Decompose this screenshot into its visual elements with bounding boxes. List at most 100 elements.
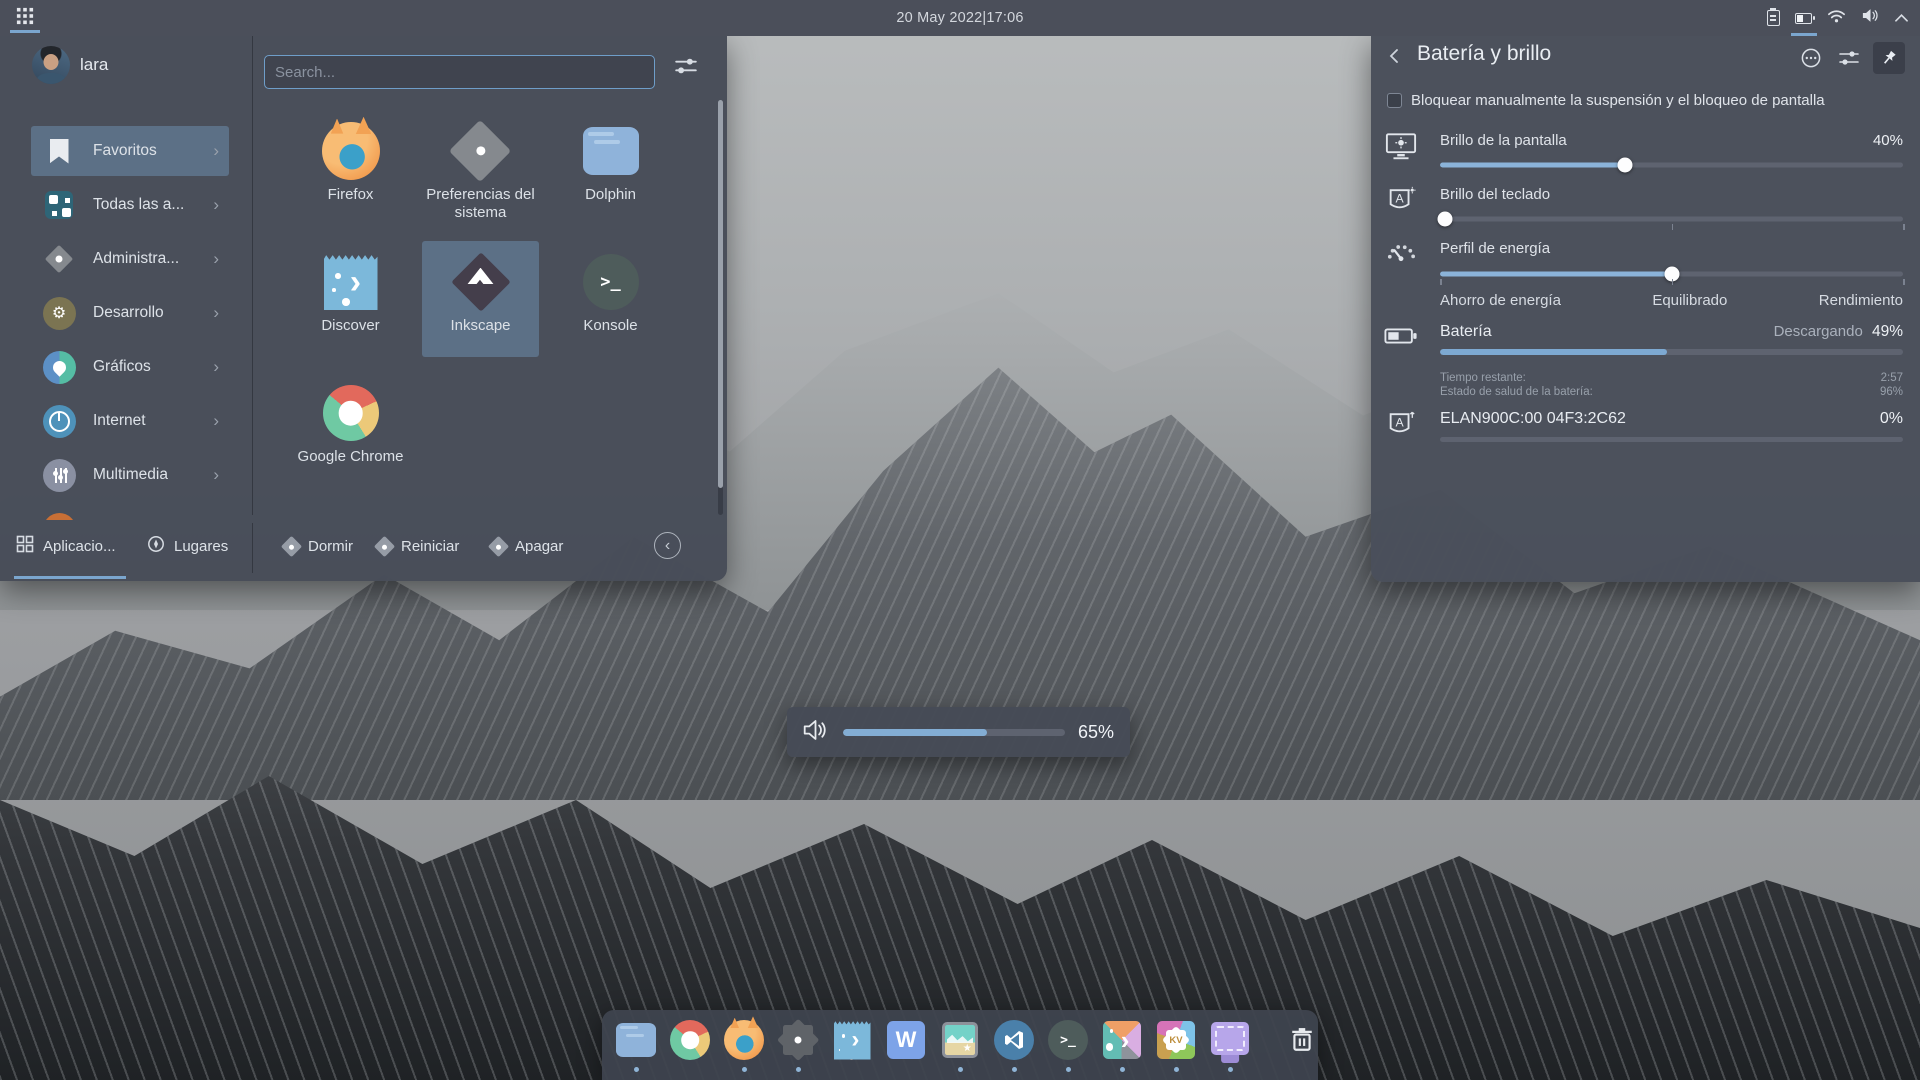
configure-icon[interactable] [674, 56, 700, 76]
sidebar-item-graficos[interactable]: Gráficos [31, 342, 229, 392]
dock-photos[interactable] [938, 1018, 982, 1072]
battery-section-icon [1383, 320, 1419, 352]
active-tab-underline [14, 576, 126, 579]
bookmark-icon [41, 133, 77, 169]
dock-kvantum[interactable]: KV [1154, 1018, 1198, 1072]
app-tile-preferencias-del-sistema[interactable]: Preferencias del sistema [422, 110, 539, 226]
shutdown-button[interactable]: Apagar [491, 515, 563, 577]
slider-handle[interactable] [1437, 212, 1452, 227]
inkscape-icon [450, 251, 512, 313]
dock-discover[interactable]: › [830, 1018, 874, 1072]
keyboard-brightness-label: Brillo del teclado [1440, 186, 1550, 203]
dock-trash[interactable] [1280, 1018, 1324, 1072]
running-indicator [742, 1067, 747, 1072]
dock-google-chrome[interactable] [668, 1018, 712, 1072]
dock-spectacle[interactable] [1208, 1018, 1252, 1072]
top-panel: 20 May 2022|17:06 [0, 0, 1920, 36]
battery-label: Batería [1440, 323, 1492, 341]
application-launcher-button[interactable] [8, 3, 42, 33]
more-options-button[interactable] [1795, 42, 1827, 74]
battery-tray-button[interactable] [1795, 0, 1812, 36]
photos-icon [938, 1018, 982, 1062]
pin-button[interactable] [1873, 42, 1905, 74]
search-input[interactable] [264, 55, 655, 89]
clipboard-icon [1767, 10, 1780, 26]
tab-lugares[interactable]: Lugares [147, 515, 228, 577]
sleep-button[interactable]: Dormir [284, 515, 353, 577]
option-equilibrado[interactable]: Equilibrado [1652, 292, 1727, 309]
dock-vscode[interactable] [992, 1018, 1036, 1072]
dock-app-store-colorful[interactable]: › [1100, 1018, 1144, 1072]
slider-tick [1440, 279, 1442, 285]
dock-system-settings[interactable] [776, 1018, 820, 1072]
digital-clock[interactable]: 20 May 2022|17:06 [896, 10, 1023, 26]
running-indicator [1066, 1067, 1071, 1072]
sidebar-item-multimedia[interactable]: Multimedia [31, 450, 229, 500]
speaker-icon [1861, 7, 1880, 29]
app-tile-inkscape[interactable]: Inkscape [422, 241, 539, 357]
app-tile-discover[interactable]: › Discover [292, 241, 409, 357]
restart-button[interactable]: Reiniciar [377, 515, 459, 577]
running-indicator [958, 1067, 963, 1072]
dock-writer[interactable]: W [884, 1018, 928, 1072]
system-settings-icon [450, 120, 512, 182]
back-button[interactable] [1387, 48, 1407, 68]
sidebar-item-administracion[interactable]: Administra... [31, 234, 229, 284]
keyboard-brightness-icon: A [1383, 184, 1419, 216]
lock-suspend-checkbox[interactable] [1387, 93, 1402, 108]
power-profile-label: Perfil de energía [1440, 240, 1550, 257]
volume-tray-button[interactable] [1861, 0, 1880, 36]
konsole-icon: >_ [1046, 1018, 1090, 1062]
all-apps-icon [41, 187, 77, 223]
discover-icon: › [320, 251, 382, 313]
chevron-right-icon [213, 141, 219, 161]
gear-diamond-icon [41, 241, 77, 277]
battery-health-label: Estado de salud de la batería: [1440, 386, 1593, 398]
power-profile-slider[interactable] [1440, 266, 1903, 282]
running-indicator [796, 1067, 801, 1072]
running-indicator [1120, 1067, 1125, 1072]
collapse-button[interactable]: ‹ [654, 532, 681, 559]
configure-button[interactable] [1833, 42, 1865, 74]
network-tray-button[interactable] [1827, 0, 1846, 36]
dock-panel: › W >_ › KV [602, 1010, 1318, 1080]
power-profile-options: Ahorro de energía Equilibrado Rendimient… [1440, 292, 1903, 309]
time-remaining-label: Tiempo restante: [1440, 372, 1526, 384]
option-rendimiento[interactable]: Rendimiento [1819, 292, 1903, 309]
colorful-arrow-app-icon: › [1100, 1018, 1144, 1062]
google-chrome-icon [668, 1018, 712, 1062]
dock-dolphin[interactable] [614, 1018, 658, 1072]
grid-scrollbar-thumb[interactable] [718, 100, 723, 488]
clipboard-tray-button[interactable] [1767, 0, 1780, 36]
shutdown-icon [488, 535, 509, 556]
tab-aplicaciones[interactable]: Aplicacio... [16, 515, 116, 577]
sidebar-item-favoritos[interactable]: Favoritos [31, 126, 229, 176]
discover-icon: › [830, 1018, 874, 1062]
chevron-right-icon [213, 357, 219, 377]
screen-brightness-label: Brillo de la pantalla [1440, 132, 1567, 149]
app-tile-firefox[interactable]: Firefox [292, 110, 409, 226]
svg-text:A: A [1396, 191, 1405, 205]
running-indicator [1012, 1067, 1017, 1072]
keyboard-brightness-slider[interactable] [1440, 211, 1903, 227]
app-tile-konsole[interactable]: >_ Konsole [552, 241, 669, 357]
sidebar-item-desarrollo[interactable]: ⚙ Desarrollo [31, 288, 229, 338]
graphics-icon [41, 349, 77, 385]
grid-scrollbar-track[interactable] [718, 100, 723, 515]
battery-health-value: 96% [1880, 386, 1903, 398]
sidebar-item-internet[interactable]: Internet [31, 396, 229, 446]
option-ahorro[interactable]: Ahorro de energía [1440, 292, 1561, 309]
sidebar-item-todas-las-aplicaciones[interactable]: Todas las a... [31, 180, 229, 230]
launcher-sidebar: Favoritos Todas las a... Administra... ⚙… [0, 36, 252, 520]
slider-handle[interactable] [1618, 158, 1633, 173]
dock-firefox[interactable] [722, 1018, 766, 1072]
app-tile-google-chrome[interactable]: Google Chrome [292, 372, 409, 488]
svg-text:A: A [1396, 415, 1405, 429]
app-tile-dolphin[interactable]: Dolphin [552, 110, 669, 226]
system-settings-icon [776, 1018, 820, 1062]
slider-tick [1903, 224, 1905, 230]
expand-tray-button[interactable] [1895, 0, 1908, 36]
screen-brightness-slider[interactable] [1440, 157, 1903, 173]
dock-konsole[interactable]: >_ [1046, 1018, 1090, 1072]
firefox-icon [320, 120, 382, 182]
